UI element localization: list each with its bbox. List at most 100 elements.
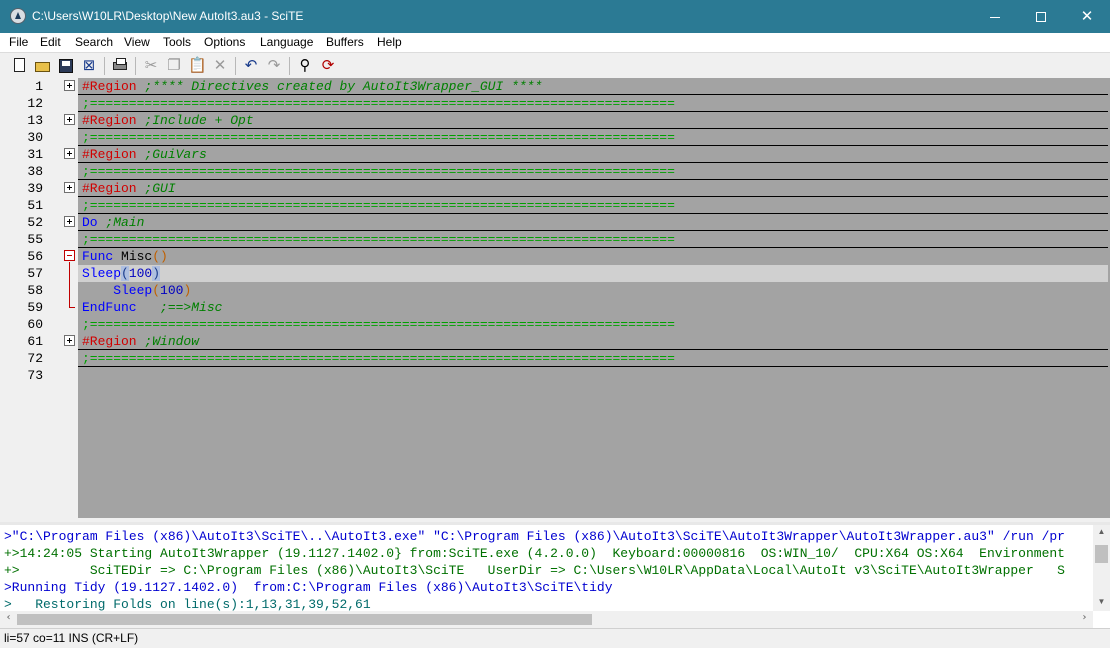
code-token: Sleep xyxy=(82,283,153,298)
undo-button[interactable]: ↶ xyxy=(242,56,260,75)
code-line[interactable]: 60 ;=====================================… xyxy=(0,316,1110,333)
save-button[interactable] xyxy=(57,57,75,75)
code-line[interactable]: 51 ;=====================================… xyxy=(0,197,1110,214)
code-token: ;GuiVars xyxy=(136,147,207,162)
code-token: ) xyxy=(183,283,192,298)
line-number: 12 xyxy=(27,96,43,111)
code-line[interactable]: 57 Sleep(100) xyxy=(0,265,1110,282)
code-token: 100 xyxy=(160,283,184,298)
code-line[interactable]: 1 #Region ;**** Directives created by Aut… xyxy=(0,78,1110,95)
fold-expand-icon[interactable] xyxy=(64,216,75,227)
scite-app-icon[interactable] xyxy=(10,8,26,24)
code-line[interactable]: 31 #Region ;GuiVars xyxy=(0,146,1110,163)
code-token: ;**** Directives created by AutoIt3Wrapp… xyxy=(136,79,543,94)
code-line[interactable]: 30 ;=====================================… xyxy=(0,129,1110,146)
code-token: #Region xyxy=(82,79,137,94)
output-line: +>14:24:05 Starting AutoIt3Wrapper (19.1… xyxy=(4,546,1065,561)
paste-icon: 📋 xyxy=(188,56,207,74)
line-number: 58 xyxy=(27,283,43,298)
fold-collapse-icon[interactable] xyxy=(64,250,75,261)
print-button[interactable] xyxy=(111,57,129,75)
code-line[interactable]: 59 EndFunc ;==>Misc xyxy=(0,299,1110,316)
open-file-button[interactable] xyxy=(34,57,52,75)
line-number: 31 xyxy=(27,147,43,162)
menu-help[interactable]: Help xyxy=(377,35,402,49)
minimize-icon xyxy=(990,16,1000,18)
output-line: >Running Tidy (19.1127.1402.0) from:C:\P… xyxy=(4,580,613,595)
copy-button[interactable]: ❐ xyxy=(165,56,183,75)
scrollbar-thumb[interactable] xyxy=(1095,545,1108,563)
replace-button[interactable]: ⟳ xyxy=(319,56,337,75)
menu-file[interactable]: File xyxy=(9,35,28,49)
cut-button[interactable]: ✂ xyxy=(142,56,160,75)
fold-expand-icon[interactable] xyxy=(64,182,75,193)
paste-button[interactable]: 📋 xyxy=(188,56,207,75)
code-line[interactable]: 38 ;=====================================… xyxy=(0,163,1110,180)
fold-expand-icon[interactable] xyxy=(64,335,75,346)
code-token: ;Window xyxy=(136,334,200,349)
code-text: ;=======================================… xyxy=(82,231,675,248)
maximize-button[interactable] xyxy=(1018,0,1064,33)
line-number: 56 xyxy=(27,249,43,264)
line-number: 13 xyxy=(27,113,43,128)
minimize-button[interactable] xyxy=(972,0,1018,33)
redo-button[interactable]: ↷ xyxy=(265,56,283,75)
code-token: ;=======================================… xyxy=(82,96,675,111)
delete-button[interactable]: ✕ xyxy=(211,56,229,75)
new-file-icon xyxy=(14,58,25,72)
code-line[interactable]: 39 #Region ;GUI xyxy=(0,180,1110,197)
fold-expand-icon[interactable] xyxy=(64,80,75,91)
code-line[interactable]: 58 Sleep(100) xyxy=(0,282,1110,299)
code-text: ;=======================================… xyxy=(82,316,675,333)
menu-tools[interactable]: Tools xyxy=(163,35,191,49)
output-pane[interactable]: >"C:\Program Files (x86)\AutoIt3\SciTE\.… xyxy=(0,522,1110,628)
save-icon xyxy=(59,59,73,73)
menu-edit[interactable]: Edit xyxy=(40,35,61,49)
code-line[interactable]: 12 ;=====================================… xyxy=(0,95,1110,112)
code-line[interactable]: 55 ;=====================================… xyxy=(0,231,1110,248)
code-line[interactable]: 61 #Region ;Window xyxy=(0,333,1110,350)
find-button[interactable]: ⚲ xyxy=(296,56,314,75)
line-number: 55 xyxy=(27,232,43,247)
toolbar: ⊠ ✂ ❐ 📋 ✕ ↶ ↷ ⚲ ⟳ xyxy=(0,52,1110,78)
fold-expand-icon[interactable] xyxy=(64,114,75,125)
code-text: Sleep(100) xyxy=(82,265,161,282)
code-token: () xyxy=(152,249,168,264)
line-number: 39 xyxy=(27,181,43,196)
line-number: 57 xyxy=(27,266,43,281)
output-vertical-scrollbar[interactable]: ▲ ▼ xyxy=(1093,525,1110,611)
line-number: 51 xyxy=(27,198,43,213)
copy-icon: ❐ xyxy=(167,56,181,74)
scroll-right-icon[interactable]: › xyxy=(1076,612,1093,623)
redo-icon: ↷ xyxy=(267,56,281,74)
code-token: #Region xyxy=(82,113,137,128)
undo-icon: ↶ xyxy=(244,56,258,74)
code-line[interactable]: 13 #Region ;Include + Opt xyxy=(0,112,1110,129)
menu-language[interactable]: Language xyxy=(260,35,313,49)
scroll-left-icon[interactable]: ‹ xyxy=(0,612,17,623)
scroll-down-icon[interactable]: ▼ xyxy=(1093,597,1110,606)
code-text: ;=======================================… xyxy=(82,129,675,146)
delete-icon: ✕ xyxy=(213,56,227,74)
code-editor[interactable]: 1 #Region ;**** Directives created by Aut… xyxy=(0,78,1110,518)
close-file-button[interactable]: ⊠ xyxy=(80,56,98,75)
code-line[interactable]: 52 Do ;Main xyxy=(0,214,1110,231)
close-button[interactable]: ✕ xyxy=(1064,0,1110,33)
code-line[interactable]: 73 xyxy=(0,367,1110,384)
fold-expand-icon[interactable] xyxy=(64,148,75,159)
toolbar-separator xyxy=(135,57,136,75)
code-text: #Region ;GUI xyxy=(82,180,176,197)
code-text: Do ;Main xyxy=(82,214,144,231)
output-horizontal-scrollbar[interactable]: ‹ › xyxy=(0,611,1093,628)
menu-buffers[interactable]: Buffers xyxy=(326,35,364,49)
menu-search[interactable]: Search xyxy=(75,35,113,49)
menu-options[interactable]: Options xyxy=(204,35,245,49)
code-line[interactable]: 56 Func Misc() xyxy=(0,248,1110,265)
menu-view[interactable]: View xyxy=(124,35,150,49)
new-file-button[interactable] xyxy=(11,57,29,75)
scrollbar-thumb[interactable] xyxy=(17,614,592,625)
scroll-up-icon[interactable]: ▲ xyxy=(1093,527,1110,536)
code-token: 100 xyxy=(128,266,153,281)
code-line[interactable]: 72 ;=====================================… xyxy=(0,350,1110,367)
line-number: 1 xyxy=(35,79,43,94)
